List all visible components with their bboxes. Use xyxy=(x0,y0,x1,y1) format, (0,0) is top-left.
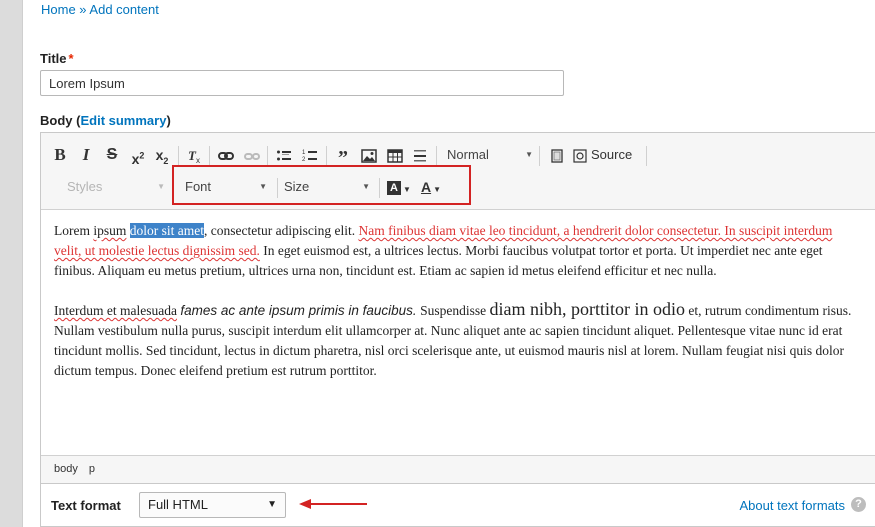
path-item-p[interactable]: p xyxy=(89,463,95,475)
toolbar-separator xyxy=(326,146,327,166)
link-icon xyxy=(218,152,234,161)
editor-content-area[interactable]: Lorem ipsum dolor sit amet, consectetur … xyxy=(41,209,875,455)
body-label-text: Body xyxy=(40,113,73,128)
path-item-body[interactable]: body xyxy=(54,463,78,475)
body-label: Body (Edit summary) xyxy=(40,113,171,128)
toolbar-separator xyxy=(646,146,647,166)
strikethrough-button[interactable]: S xyxy=(101,141,123,169)
chevron-down-icon: ▼ xyxy=(525,150,533,159)
subscript-icon: x2 xyxy=(155,147,169,166)
annotation-arrow-icon xyxy=(299,499,367,509)
about-text-formats-link[interactable]: About text formats xyxy=(740,498,846,513)
maximize-button[interactable] xyxy=(545,141,569,169)
help-icon[interactable]: ? xyxy=(851,497,866,512)
required-mark: * xyxy=(68,51,74,66)
title-label-text: Title xyxy=(40,51,67,66)
styles-combo-value: Styles xyxy=(67,179,103,194)
content-paragraph: Lorem ipsum dolor sit amet, consectetur … xyxy=(54,223,833,278)
rich-text-editor: B I S x2 x2 Tx 1 2 ” Normal ▼ Source Sty… xyxy=(40,132,875,484)
text-format-label: Text format xyxy=(51,498,121,513)
annotation-highlight-box xyxy=(172,165,471,205)
bulleted-list-icon xyxy=(277,150,291,161)
image-icon xyxy=(361,149,377,164)
svg-text:1: 1 xyxy=(302,150,306,156)
toolbar-separator xyxy=(539,146,540,166)
numbered-list-icon: 12 xyxy=(302,150,317,163)
paren-close: ) xyxy=(166,113,171,128)
text-format-select[interactable]: Full HTML ▼ xyxy=(139,492,286,518)
title-label: Title * xyxy=(40,51,74,66)
paragraph-format-combo[interactable]: Normal ▼ xyxy=(447,144,535,166)
editor-toolbar: B I S x2 x2 Tx 1 2 ” Normal ▼ Source Sty… xyxy=(41,133,875,210)
table-icon xyxy=(387,149,403,164)
svg-text:x: x xyxy=(196,156,200,164)
element-path-bar: body p xyxy=(41,455,875,483)
horizontal-rule-icon xyxy=(414,150,426,162)
superscript-icon: x2 xyxy=(131,150,145,167)
edit-summary-link[interactable]: Edit summary xyxy=(80,113,166,128)
toolbar-separator xyxy=(178,146,179,166)
paragraph-format-value: Normal xyxy=(447,147,489,162)
remove-format-icon: Tx xyxy=(188,148,200,165)
source-icon xyxy=(573,148,587,163)
source-label: Source xyxy=(591,147,633,162)
content-paragraph: Interdum et malesuada fames ac ante ipsu… xyxy=(54,299,852,378)
strikethrough-icon: S xyxy=(106,146,118,163)
chevron-down-icon: ▼ xyxy=(157,182,165,191)
svg-text:2: 2 xyxy=(302,157,306,163)
selected-text: dolor sit amet xyxy=(129,223,205,238)
subscript-button[interactable]: x2 xyxy=(151,141,173,169)
chevron-down-icon: ▼ xyxy=(267,499,277,510)
bold-button[interactable]: B xyxy=(49,141,71,169)
source-button[interactable]: Source xyxy=(573,141,641,169)
toolbar-separator xyxy=(209,146,210,166)
maximize-icon xyxy=(551,149,563,163)
superscript-button[interactable]: x2 xyxy=(127,141,149,169)
italic-button[interactable]: I xyxy=(75,141,97,169)
toolbar-separator xyxy=(436,146,437,166)
title-input[interactable] xyxy=(40,70,564,96)
text-format-value: Full HTML xyxy=(148,497,208,512)
unlink-icon xyxy=(244,153,260,161)
toolbar-separator xyxy=(267,146,268,166)
bold-icon: B xyxy=(54,145,66,164)
styles-combo[interactable]: Styles ▼ xyxy=(67,176,167,198)
page: Home » Add content Title* Body (Edit sum… xyxy=(22,0,875,527)
text-format-bar: Text format Full HTML ▼ About text forma… xyxy=(40,484,875,527)
italic-icon: I xyxy=(82,145,90,164)
breadcrumb[interactable]: Home » Add content xyxy=(41,2,159,18)
